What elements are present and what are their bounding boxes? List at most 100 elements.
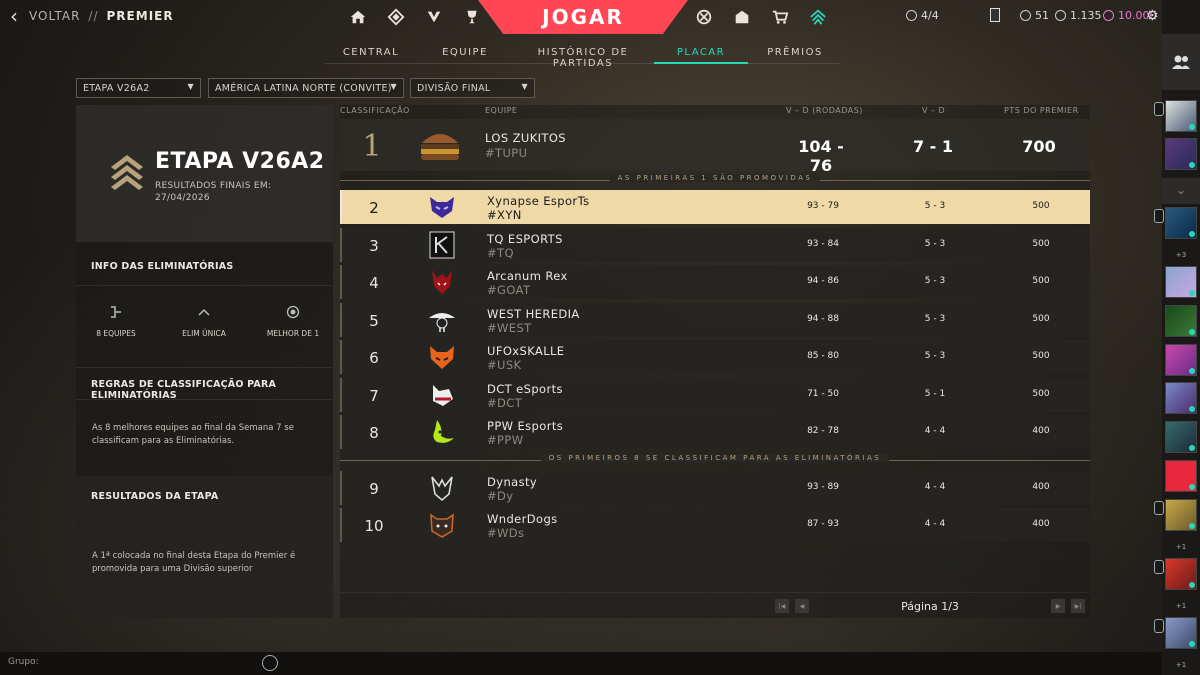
online-status <box>1189 484 1195 490</box>
divider <box>76 399 333 400</box>
win-loss: 5 - 3 <box>924 351 946 361</box>
results-date-block: RESULTADOS FINAIS EM: 27/04/2026 <box>155 180 271 204</box>
card-icon[interactable] <box>990 8 1000 22</box>
friend-avatar[interactable] <box>1165 266 1197 298</box>
friend-avatar[interactable] <box>1165 421 1197 453</box>
results-label: RESULTADOS FINAIS EM: <box>155 181 272 191</box>
lock-icon <box>1154 619 1164 633</box>
rounds-record: 85 - 80 <box>807 351 839 361</box>
rounds-record: 93 - 89 <box>807 482 839 492</box>
online-status <box>1189 329 1195 335</box>
header-team: EQUIPE <box>485 106 518 115</box>
tab-premios[interactable]: PRÊMIOS <box>750 47 840 58</box>
lock-icon <box>1154 501 1164 515</box>
team-logo-burger-icon <box>421 134 459 160</box>
stage-dropdown[interactable]: ETAPA V26A2 ▼ <box>76 78 201 98</box>
online-status <box>1189 406 1195 412</box>
social-button[interactable] <box>1162 34 1200 90</box>
premier-points: 500 <box>1032 276 1050 286</box>
team-name: DCT eSports <box>487 382 563 396</box>
back-button[interactable]: ‹ VOLTAR // PREMIER <box>10 4 174 28</box>
premier-points: 700 <box>1022 137 1056 156</box>
row-rank: 3 <box>369 237 379 255</box>
table-row[interactable]: 2 Xynapse EsporTs #XYN 93 - 79 5 - 3 500 <box>340 190 1090 224</box>
table-row[interactable]: 10 WnderDogs #WDs 87 - 93 4 - 4 400 <box>340 508 1090 542</box>
trophy-icon[interactable] <box>462 7 482 27</box>
win-loss: 5 - 1 <box>924 389 946 399</box>
next-page-button[interactable]: ▶ <box>1051 599 1065 613</box>
premier-icon[interactable] <box>808 7 828 27</box>
promotion-divider-label: AS PRIMEIRAS 1 SÃO PROMOVIDAS <box>609 174 821 182</box>
settings-gear-icon[interactable]: ⚙ <box>1146 8 1159 24</box>
playoff-divider-label: OS PRIMEIROS 8 SE CLASSIFICAM PARA AS EL… <box>540 454 890 462</box>
target-icon <box>286 305 300 319</box>
row-rank: 7 <box>369 387 379 405</box>
divider <box>76 285 333 286</box>
party-count[interactable]: 4/4 <box>906 9 939 22</box>
row-rank: 5 <box>369 312 379 330</box>
chevron-left-icon: ‹ <box>10 4 19 28</box>
friend-avatar[interactable] <box>1165 305 1197 337</box>
team-name: UFOxSKALLE <box>487 344 565 358</box>
table-row[interactable]: 7 DCT eSports #DCT 71 - 50 5 - 1 500 <box>340 378 1090 412</box>
tab-placar[interactable]: PLACAR <box>654 47 748 58</box>
table-row[interactable]: 1 LOS ZUKITOS #TUPU 104 - 76 7 - 1 700 <box>340 119 1090 175</box>
row-rank: 6 <box>369 349 379 367</box>
career-icon[interactable] <box>386 7 406 27</box>
friend-avatar[interactable] <box>1165 460 1197 492</box>
tab-central[interactable]: CENTRAL <box>325 47 417 58</box>
team-tag: #GOAT <box>487 283 531 297</box>
chevron-down-icon: ▼ <box>521 82 528 91</box>
online-status <box>1189 641 1195 647</box>
tab-historico[interactable]: HISTÓRICO DE PARTIDAS <box>513 47 653 69</box>
store-icon[interactable] <box>770 7 790 27</box>
premier-points: 500 <box>1032 314 1050 324</box>
table-row[interactable]: 8 PPW Esports #PPW 82 - 78 4 - 4 400 <box>340 415 1090 449</box>
tab-equipe[interactable]: EQUIPE <box>425 47 505 58</box>
top-bar: ‹ VOLTAR // PREMIER JOGAR 4/4 51 1.135 1… <box>0 0 1162 34</box>
win-loss: 4 - 4 <box>924 482 946 492</box>
win-loss: 5 - 3 <box>924 276 946 286</box>
division-dropdown[interactable]: DIVISÃO FINAL ▼ <box>410 78 535 98</box>
online-status <box>1189 582 1195 588</box>
play-button[interactable]: JOGAR <box>478 0 688 34</box>
table-row[interactable]: 6 UFOxSKALLE #USK 85 - 80 5 - 3 500 <box>340 340 1090 374</box>
collection-icon[interactable] <box>732 7 752 27</box>
home-icon[interactable] <box>348 7 368 27</box>
table-row[interactable]: 4 Arcanum Rex #GOAT 94 - 86 5 - 3 500 <box>340 265 1090 299</box>
agents-icon[interactable] <box>424 7 444 27</box>
chat-toggle-icon[interactable] <box>262 655 278 671</box>
team-logo-dynasty-icon <box>431 476 453 502</box>
rounds-record: 94 - 88 <box>807 314 839 324</box>
friend-avatar[interactable] <box>1165 382 1197 414</box>
premier-points: 400 <box>1032 519 1050 529</box>
friend-avatar[interactable] <box>1165 138 1197 170</box>
back-label: VOLTAR <box>29 9 81 23</box>
elimination-format: ELIM ÚNICA <box>164 305 244 338</box>
rounds-record: 104 - 76 <box>798 137 844 175</box>
previous-page-button[interactable]: ◀ <box>795 599 809 613</box>
vp-icon <box>1055 10 1066 21</box>
first-page-button[interactable]: |◀ <box>775 599 789 613</box>
online-status <box>1189 231 1195 237</box>
team-logo-arcanum-icon <box>432 270 452 294</box>
friend-avatar[interactable] <box>1165 617 1197 649</box>
stage-results-text: A 1ª colocada no final desta Etapa do Pr… <box>92 551 296 574</box>
friend-avatar[interactable] <box>1165 499 1197 531</box>
friend-avatar[interactable] <box>1165 558 1197 590</box>
table-row[interactable]: 3 TQ ESPORTS #TQ 93 - 84 5 - 3 500 <box>340 228 1090 262</box>
friend-avatar[interactable] <box>1165 207 1197 239</box>
group-chat-label[interactable]: Grupo: <box>8 657 39 667</box>
playoffs-info-title: INFO DAS ELIMINATÓRIAS <box>91 261 234 272</box>
table-row[interactable]: 9 Dynasty #Dy 93 - 89 4 - 4 400 <box>340 471 1090 505</box>
friend-avatar[interactable] <box>1165 100 1197 132</box>
row-rank: 9 <box>369 480 379 498</box>
region-dropdown[interactable]: AMÉRICA LATINA NORTE (CONVITE) ▼ <box>208 78 404 98</box>
header-points: PTS DO PREMIER <box>1004 106 1079 115</box>
chevron-down-icon: ▼ <box>187 82 194 91</box>
last-page-button[interactable]: ▶| <box>1071 599 1085 613</box>
tab-bar: CENTRAL EQUIPE HISTÓRICO DE PARTIDAS PLA… <box>325 44 840 69</box>
battlepass-icon[interactable] <box>694 7 714 27</box>
friend-avatar[interactable] <box>1165 344 1197 376</box>
table-row[interactable]: 5 WEST HEREDIA #WEST 94 - 88 5 - 3 500 <box>340 303 1090 337</box>
